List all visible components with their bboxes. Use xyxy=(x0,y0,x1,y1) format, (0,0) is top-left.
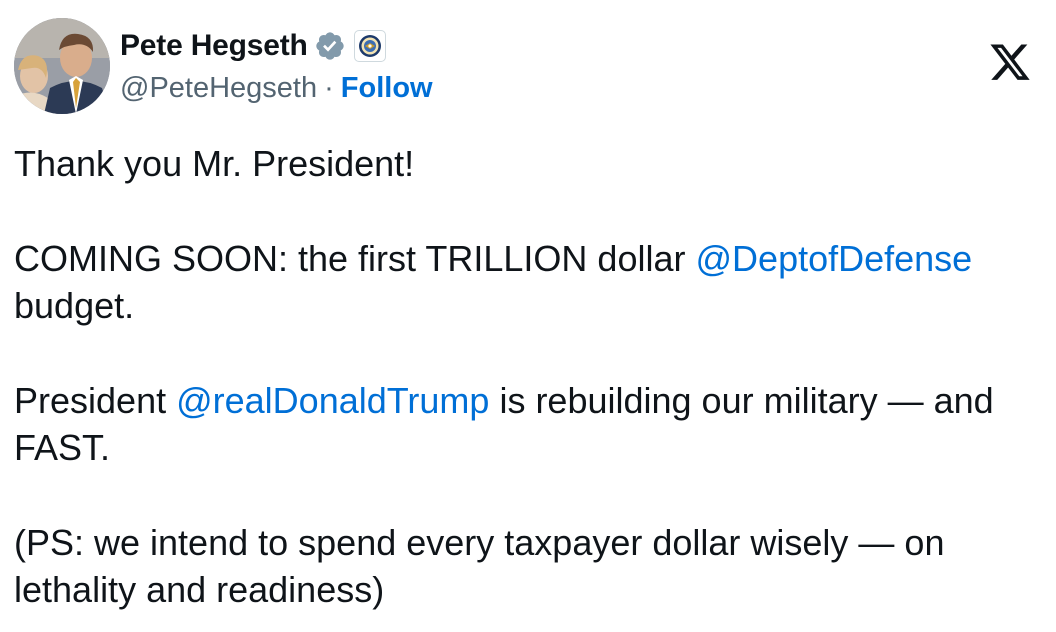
tweet-paragraph-4: (PS: we intend to spend every taxpayer d… xyxy=(14,519,1046,613)
tweet-text-ps: (PS: we intend to spend every taxpayer d… xyxy=(14,522,945,610)
tweet-paragraph-2: COMING SOON: the first TRILLION dollar @… xyxy=(14,235,1046,329)
tweet-text-budget: budget. xyxy=(14,285,135,326)
x-logo-icon[interactable] xyxy=(988,44,1032,84)
tweet-card: Pete Hegseth @PeteHegseth · Follow Thank… xyxy=(0,0,1056,632)
tweet-header: Pete Hegseth @PeteHegseth · Follow xyxy=(14,18,1044,118)
tweet-text-line1: Thank you Mr. President! xyxy=(14,143,415,184)
follow-link[interactable]: Follow xyxy=(341,72,433,105)
author-handle[interactable]: @PeteHegseth xyxy=(120,72,317,105)
name-row: Pete Hegseth xyxy=(120,26,433,66)
tweet-body: Thank you Mr. President! COMING SOON: th… xyxy=(14,140,1046,613)
separator-dot: · xyxy=(324,71,334,104)
tweet-paragraph-1: Thank you Mr. President! xyxy=(14,140,1046,187)
mention-realdonaldtrump-link[interactable]: @realDonaldTrump xyxy=(176,380,489,421)
tweet-paragraph-3: President @realDonaldTrump is rebuilding… xyxy=(14,377,1046,471)
mention-deptofdefense-link[interactable]: @DeptofDefense xyxy=(696,238,973,279)
tweet-text-coming-soon: COMING SOON: the first TRILLION dollar xyxy=(14,238,696,279)
author-avatar[interactable] xyxy=(14,18,110,114)
author-name[interactable]: Pete Hegseth xyxy=(120,29,308,63)
tweet-text-president: President xyxy=(14,380,177,421)
defense-seal-icon[interactable] xyxy=(353,30,386,62)
verified-badge-icon[interactable] xyxy=(314,30,346,62)
author-identity: Pete Hegseth @PeteHegseth · Follow xyxy=(120,26,433,108)
handle-row: @PeteHegseth · Follow xyxy=(120,68,433,108)
